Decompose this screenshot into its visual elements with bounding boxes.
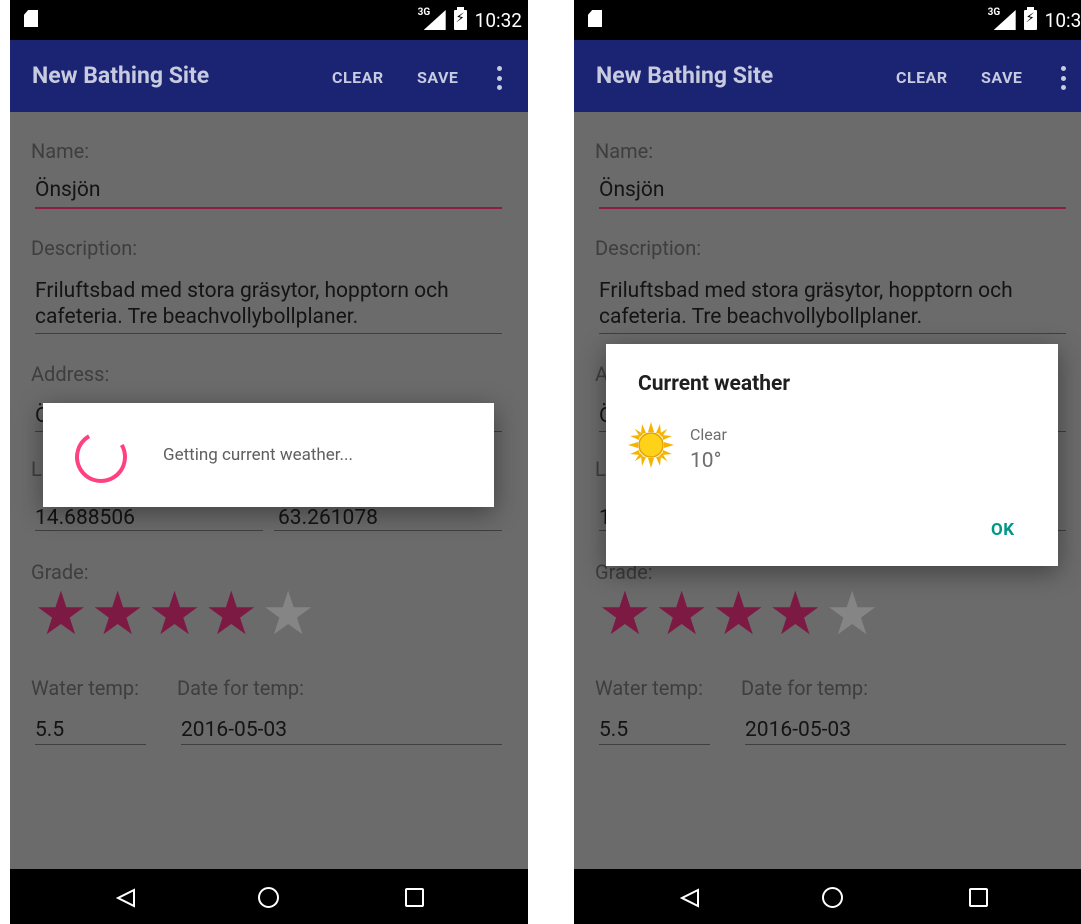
description-label: Description: xyxy=(595,236,702,260)
home-icon[interactable] xyxy=(258,887,279,908)
sd-card-icon xyxy=(24,10,38,27)
description-underline xyxy=(599,333,1066,334)
star-icon[interactable]: ★ xyxy=(204,584,258,644)
star-icon[interactable]: ★ xyxy=(261,584,315,644)
battery-charging-icon xyxy=(453,7,467,30)
star-icon[interactable]: ★ xyxy=(148,584,202,644)
recent-apps-icon[interactable] xyxy=(969,888,988,907)
page-title: New Bathing Site xyxy=(596,62,774,89)
overflow-menu-icon[interactable] xyxy=(1058,66,1068,90)
water-temp-underline xyxy=(35,744,146,745)
signal-icon: 3G xyxy=(987,7,1016,30)
status-bar: 3G 10:32 xyxy=(10,0,528,40)
description-input-line1[interactable]: Friluftsbad med stora gräsytor, hopptorn… xyxy=(599,279,1013,303)
dialog-title: Current weather xyxy=(638,372,791,396)
longitude-label: L xyxy=(595,457,606,481)
star-icon[interactable]: ★ xyxy=(34,584,88,644)
navigation-bar xyxy=(10,869,528,924)
status-time: 10:31 xyxy=(1044,8,1081,32)
name-input[interactable]: Önsjön xyxy=(599,178,664,202)
water-temp-input[interactable]: 5.5 xyxy=(599,718,628,742)
back-icon[interactable] xyxy=(115,888,137,908)
clear-button[interactable]: CLEAR xyxy=(896,68,948,87)
phone-screen-right: 3G 10:31 New Bathing Site CLEAR SAVE Nam… xyxy=(574,0,1081,924)
navigation-bar xyxy=(574,869,1081,924)
date-label: Date for temp: xyxy=(177,676,304,700)
sd-card-icon xyxy=(588,10,602,27)
network-type: 3G xyxy=(417,7,431,18)
clear-button[interactable]: CLEAR xyxy=(332,68,384,87)
recent-apps-icon[interactable] xyxy=(405,888,424,907)
star-icon[interactable]: ★ xyxy=(825,584,879,644)
weather-temperature: 10° xyxy=(690,449,722,473)
water-temp-label: Water temp: xyxy=(595,676,703,700)
date-input[interactable]: 2016-05-03 xyxy=(745,718,851,742)
page-title: New Bathing Site xyxy=(32,62,210,89)
description-input-line2[interactable]: cafeteria. Tre beachvollybollplaner. xyxy=(599,305,922,329)
longitude-label: L xyxy=(31,457,42,481)
home-icon[interactable] xyxy=(822,887,843,908)
grade-rating-bar[interactable]: ★ ★ ★ ★ ★ xyxy=(34,584,315,644)
description-input-line2[interactable]: cafeteria. Tre beachvollybollplaner. xyxy=(35,305,358,329)
star-icon[interactable]: ★ xyxy=(598,584,652,644)
water-temp-label: Water temp: xyxy=(31,676,139,700)
description-label: Description: xyxy=(31,236,138,260)
save-button[interactable]: SAVE xyxy=(981,68,1022,87)
save-button[interactable]: SAVE xyxy=(417,68,458,87)
battery-charging-icon xyxy=(1023,7,1037,30)
name-underline xyxy=(599,207,1066,209)
sun-icon xyxy=(628,422,674,468)
network-type: 3G xyxy=(987,7,1001,18)
longitude-underline xyxy=(35,530,263,531)
name-label: Name: xyxy=(595,139,654,163)
water-temp-input[interactable]: 5.5 xyxy=(35,718,64,742)
star-icon[interactable]: ★ xyxy=(655,584,709,644)
date-underline xyxy=(745,744,1066,745)
date-label: Date for temp: xyxy=(741,676,868,700)
ok-button[interactable]: OK xyxy=(991,520,1015,540)
name-underline xyxy=(35,207,502,209)
grade-rating-bar[interactable]: ★ ★ ★ ★ ★ xyxy=(598,584,879,644)
star-icon[interactable]: ★ xyxy=(91,584,145,644)
phone-screen-left: 3G 10:32 New Bathing Site CLEAR SAVE Nam… xyxy=(10,0,528,924)
date-input[interactable]: 2016-05-03 xyxy=(181,718,287,742)
longitude-input[interactable]: 14.688506 xyxy=(35,506,135,530)
app-bar: New Bathing Site CLEAR SAVE xyxy=(10,40,528,112)
status-bar: 3G 10:31 xyxy=(574,0,1081,40)
description-underline xyxy=(35,333,502,334)
date-underline xyxy=(181,744,502,745)
progress-message: Getting current weather... xyxy=(163,445,353,465)
address-label: Address: xyxy=(31,362,110,386)
star-icon[interactable]: ★ xyxy=(712,584,766,644)
progress-dialog: Getting current weather... xyxy=(43,403,494,507)
app-bar: New Bathing Site CLEAR SAVE xyxy=(574,40,1081,112)
star-icon[interactable]: ★ xyxy=(768,584,822,644)
weather-condition: Clear xyxy=(690,425,727,444)
back-icon[interactable] xyxy=(679,888,701,908)
description-input-line1[interactable]: Friluftsbad med stora gräsytor, hopptorn… xyxy=(35,279,449,303)
status-time: 10:32 xyxy=(474,8,522,32)
latitude-input[interactable]: 63.261078 xyxy=(278,506,378,530)
water-temp-underline xyxy=(599,744,710,745)
signal-icon: 3G xyxy=(417,7,446,30)
name-input[interactable]: Önsjön xyxy=(35,178,100,202)
overflow-menu-icon[interactable] xyxy=(494,66,504,90)
weather-dialog: Current weather Clear 10° OK xyxy=(606,344,1058,566)
loading-spinner-icon xyxy=(69,425,133,489)
name-label: Name: xyxy=(31,139,90,163)
latitude-underline xyxy=(274,530,502,531)
